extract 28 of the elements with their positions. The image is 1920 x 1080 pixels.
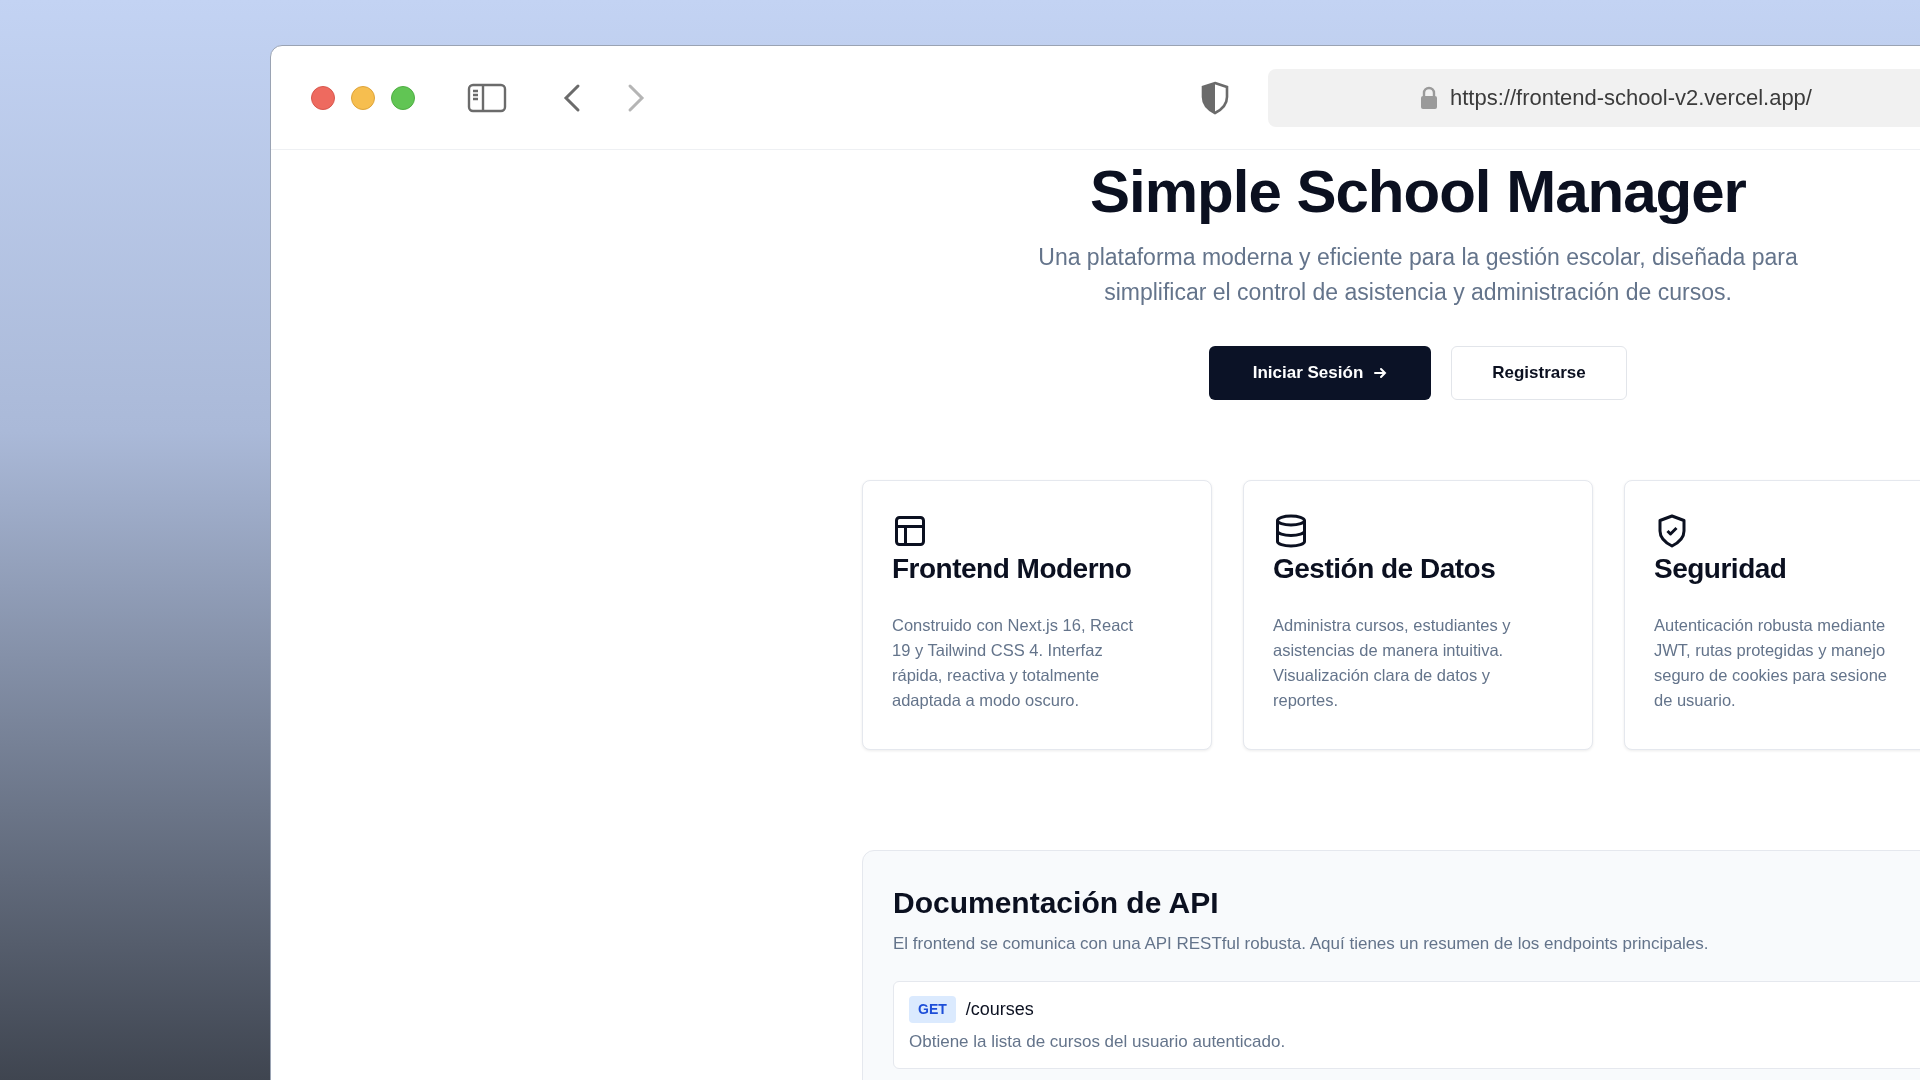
lock-icon <box>1420 85 1438 110</box>
card-description: Autenticación robusta mediante JWT, rutas protegidas y manejo seguro de cookies para sesione de usuario. <box>1654 615 1887 711</box>
page-title: Simple School Manager <box>1090 157 1746 227</box>
card-title: Seguridad <box>1654 552 1788 586</box>
endpoint-path: /courses <box>965 997 1034 1021</box>
close-button[interactable] <box>311 85 335 110</box>
arrow-right-icon <box>1373 366 1388 380</box>
section-heading: Documentación de API <box>893 885 1220 921</box>
method-badge: GET <box>909 995 956 1023</box>
maximize-button[interactable] <box>391 85 415 110</box>
layout-icon <box>892 513 928 549</box>
card-description: Construido con Next.js 16, React 19 y Tailwind CSS 4. Interfaz rápida, reactiva y totalmente adaptada a modo oscuro. <box>892 615 1134 711</box>
register-button[interactable]: Registrarse <box>1451 346 1627 400</box>
endpoint-description: Obtiene la lista de cursos del usuario autenticado. <box>909 1030 1287 1053</box>
url-text: https://frontend-school-v2.vercel.app/ <box>1450 84 1812 112</box>
card-title: Gestión de Datos <box>1273 552 1497 586</box>
section-description: El frontend se comunica con una API RESTful robusta. Aquí tienes un resumen de los endpoints principales. <box>893 933 1710 955</box>
card-description: Administra cursos, estudiantes y asistencias de manera intuitiva. Visualización clara de datos y reportes. <box>1273 615 1511 711</box>
database-icon <box>1273 513 1309 549</box>
back-icon[interactable] <box>563 82 581 113</box>
shield-icon[interactable] <box>1200 80 1230 115</box>
sidebar-icon[interactable] <box>467 81 507 114</box>
page-subtitle: Una plataforma moderna y eficiente para la gestión escolar, diseñada para simplificar el control de asistencia y administración de cursos. <box>1037 243 1799 307</box>
forward-icon[interactable] <box>627 82 645 113</box>
address-bar[interactable]: https://frontend-school-v2.vercel.app/ <box>1268 68 1920 127</box>
minimize-button[interactable] <box>351 85 375 110</box>
card-title: Frontend Moderno <box>892 552 1133 586</box>
login-button[interactable]: Iniciar Sesión <box>1209 346 1431 400</box>
